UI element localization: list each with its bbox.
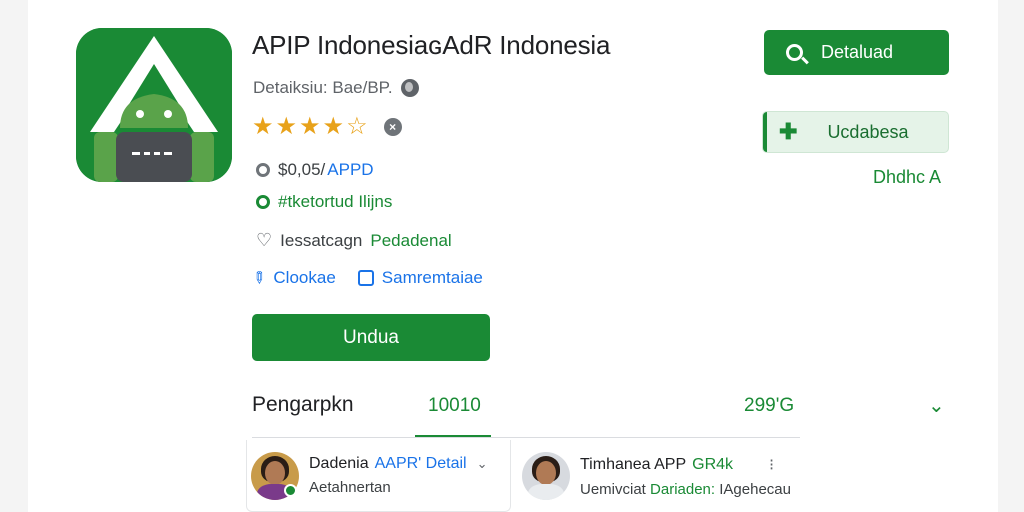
star-icon: ★	[299, 113, 321, 140]
android-app-icon	[76, 28, 232, 182]
comment-icon	[357, 270, 374, 286]
verified-icon	[284, 484, 297, 497]
audience-row: ♡ Iessatcagn Pedadenal	[256, 230, 452, 251]
audience-accent: Pedadenal	[370, 230, 452, 250]
review-header: Timhanea APP GR4k ⁝	[580, 455, 791, 475]
stats-percent: 299'G	[744, 395, 795, 416]
review-subtitle: Aetahnertan	[309, 479, 391, 496]
search-button-label: Detaluad	[821, 42, 894, 62]
star-outline-icon: ☆	[346, 113, 368, 140]
more-icon[interactable]: ⁝	[769, 455, 774, 475]
edit-link[interactable]: ✎ Clookae	[248, 268, 336, 290]
tags-row: #tketortud Ilijns	[256, 192, 392, 212]
update-accent-bar	[763, 112, 767, 152]
rating-row: ★ ★ ★ ★ ☆ ×	[252, 115, 402, 139]
tag-icon	[256, 195, 270, 209]
side-label[interactable]: Dhdhc A	[873, 167, 941, 188]
developer-name[interactable]: Detaiksiu: Bae/BP.	[253, 78, 393, 98]
divider	[252, 437, 800, 438]
review-card[interactable]: Dadenia AAPR' Detail ⌄ Aetahnertan	[246, 440, 511, 512]
search-button[interactable]: Detaluad	[764, 30, 949, 75]
update-button-label: Ucdabesa	[827, 121, 909, 142]
star-icon: ★	[322, 113, 345, 140]
price-accent: APPD	[327, 160, 374, 179]
stats-number[interactable]: 10010	[428, 395, 481, 417]
star-icon: ★	[252, 113, 274, 140]
app-title: APIP IndonesiaɢAdR Indonesia	[252, 30, 611, 60]
tags-text: #tketortud Ilijns	[278, 192, 393, 211]
review-subtitle-prefix: Uemivciat	[580, 480, 646, 498]
review-subtitle-suffix: IAgehecau	[719, 480, 791, 498]
edit-link-label: Clookae	[273, 268, 336, 287]
review-badge: AAPR' Detail	[374, 455, 467, 472]
chevron-down-icon[interactable]: ⌄	[928, 393, 945, 418]
review-card[interactable]: Timhanea APP GR4k ⁝ Uemivciat Dariaden: …	[520, 440, 810, 512]
comment-link[interactable]: Samremtaiae	[357, 268, 483, 288]
globe-icon[interactable]	[400, 79, 419, 97]
search-icon	[786, 44, 803, 61]
plus-icon: ✚	[779, 119, 798, 144]
update-button[interactable]: ✚ Ucdabesa	[762, 111, 949, 153]
reviewer-name: Timhanea APP	[580, 455, 687, 473]
action-links: ✎ Clookae Samremtaiae	[248, 268, 483, 290]
avatar	[522, 452, 570, 500]
review-subtitle-accent: Dariaden:	[650, 480, 716, 498]
chevron-down-icon[interactable]: ⌄	[477, 456, 488, 472]
review-text: Timhanea APP GR4k ⁝ Uemivciat Dariaden: …	[580, 455, 791, 498]
install-button[interactable]: Undua	[252, 314, 490, 361]
review-header: Dadenia AAPR' Detail ⌄	[309, 455, 488, 473]
review-text: Dadenia AAPR' Detail ⌄ Aetahnertan	[309, 455, 488, 496]
comment-link-label: Samremtaiae	[381, 268, 483, 287]
stats-title: Pengarpkn	[252, 393, 354, 416]
price-row: $0,05/ APPD	[256, 160, 374, 180]
price-icon	[256, 163, 270, 177]
review-badge: GR4k	[692, 455, 734, 473]
review-subtitle: Uemivciat Dariaden: IAgehecau	[580, 481, 791, 498]
reviewer-name: Dadenia	[309, 455, 369, 472]
heart-icon[interactable]: ♡	[256, 230, 272, 251]
star-icon: ★	[275, 113, 298, 140]
developer-row: Detaiksiu: Bae/BP.	[253, 78, 419, 98]
price-text: $0,05/	[278, 160, 326, 179]
audience-text: Iessatcagn	[280, 230, 363, 250]
info-icon[interactable]: ×	[383, 118, 402, 136]
